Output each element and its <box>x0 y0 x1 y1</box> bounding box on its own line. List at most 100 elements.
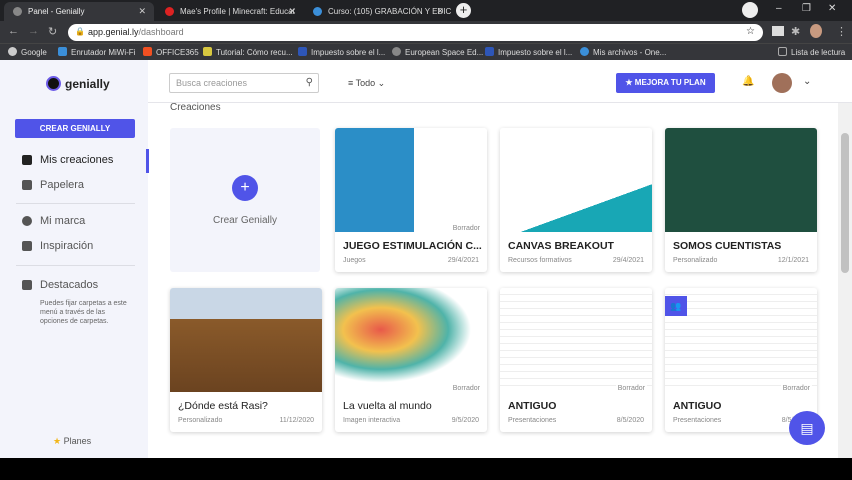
thumbnail <box>170 288 322 392</box>
tab-panel-genially[interactable]: Panel - Genially ✕ <box>4 2 154 21</box>
maximize-button[interactable]: ❐ <box>802 3 811 14</box>
chat-icon: ▤ <box>800 420 814 436</box>
bookmark-router[interactable]: Enrutador MiWi-Fi <box>58 47 135 57</box>
genially-logo[interactable]: genially <box>46 76 110 91</box>
bookmark-google[interactable]: Google <box>8 47 47 57</box>
record-icon[interactable] <box>742 2 758 18</box>
thumbnail <box>500 128 652 232</box>
chevron-down-icon[interactable]: ⌄ <box>803 76 811 87</box>
bookmark-star-icon[interactable]: ☆ <box>746 26 755 37</box>
tab-curso[interactable]: Curso: (105) GRABACIÓN Y EDIC ✕ <box>304 2 452 21</box>
trash-icon <box>22 180 32 190</box>
url-input[interactable]: 🔒 app.genial.ly/dashboard ☆ <box>68 24 763 41</box>
creation-card[interactable]: SOMOS CUENTISTAS Personalizado 12/1/2021 <box>665 128 817 272</box>
thumbnail <box>665 128 817 232</box>
close-tab-icon[interactable]: ✕ <box>436 6 444 17</box>
chat-button[interactable]: ▤ <box>789 411 825 445</box>
scrollbar-thumb[interactable] <box>841 133 849 273</box>
search-input[interactable]: Busca creaciones ⚲ <box>169 73 319 93</box>
card-category: Presentaciones <box>673 417 722 424</box>
sidebar-item-label: Inspiración <box>40 240 94 252</box>
upgrade-plan-button[interactable]: ★ MEJORA TU PLAN <box>616 73 715 93</box>
planes-link[interactable]: ★ Planes <box>53 436 91 447</box>
card-date: 12/1/2021 <box>777 257 809 264</box>
card-category: Juegos <box>343 257 366 264</box>
scrollbar[interactable] <box>838 103 852 458</box>
reading-list[interactable]: Lista de lectura <box>778 47 845 57</box>
card-title: JUEGO ESTIMULACIÓN C... <box>343 240 482 252</box>
extension-icon[interactable] <box>772 26 784 36</box>
close-window-button[interactable]: ✕ <box>828 3 836 14</box>
folder-icon <box>22 280 32 290</box>
thumbnail <box>335 128 487 232</box>
sidebar-item-inspiracion[interactable]: Inspiración <box>22 240 93 252</box>
card-title: ANTIGUO <box>508 400 557 412</box>
divider <box>16 265 135 266</box>
create-genially-card[interactable]: + Crear Genially <box>170 128 320 272</box>
bookmark-onedrive[interactable]: Mis archivos - One... <box>580 47 666 57</box>
tab-label: Panel - Genially <box>28 7 85 16</box>
thumbnail <box>335 288 487 392</box>
sidebar-item-papelera[interactable]: Papelera <box>22 179 84 191</box>
bookmark-office365[interactable]: OFFICE365 <box>143 47 199 57</box>
creation-card[interactable]: Borrador ANTIGUO Presentaciones 8/5/2020 <box>500 288 652 432</box>
card-category: Presentaciones <box>508 417 557 424</box>
browser-tab-strip: Panel - Genially ✕ Mae's Profile | Minecr… <box>0 0 852 21</box>
search-icon[interactable]: ⚲ <box>306 77 313 88</box>
planes-label: Planes <box>63 436 92 446</box>
filter-icon: ≡ <box>348 78 354 88</box>
bookmarks-bar: Google Enrutador MiWi-Fi OFFICE365 Tutor… <box>0 43 852 60</box>
thumbnail: 👥 <box>665 288 817 392</box>
bookmark-impuesto-2[interactable]: Impuesto sobre el l... <box>485 47 572 57</box>
card-date: 8/5/2020 <box>616 417 644 424</box>
creation-card[interactable]: Borrador JUEGO ESTIMULACIÓN C... Juegos 29… <box>335 128 487 272</box>
creation-card[interactable]: CANVAS BREAKOUT Recursos formativos 29/4/2… <box>500 128 652 272</box>
plus-icon: + <box>232 175 258 201</box>
top-header: Busca creaciones ⚲ ≡ Todo ⌄ ★ MEJORA TU P… <box>148 60 852 103</box>
minimize-button[interactable]: – <box>776 3 782 14</box>
card-title: La vuelta al mundo <box>343 400 432 412</box>
card-date: 9/5/2020 <box>451 417 479 424</box>
sidebar-item-mis-creaciones[interactable]: Mis creaciones <box>22 154 113 166</box>
avatar[interactable] <box>772 73 792 93</box>
card-date: 11/12/2020 <box>279 417 314 424</box>
sidebar-item-mi-marca[interactable]: Mi marca <box>22 215 85 227</box>
extensions-puzzle-icon[interactable]: ✱ <box>791 25 800 38</box>
back-icon[interactable]: ← <box>8 25 19 37</box>
card-title: ¿Dónde está Rasi? <box>178 400 268 412</box>
card-category: Imagen interactiva <box>343 417 401 424</box>
destacados-hint: Puedes fijar carpetas a este menú a trav… <box>40 300 127 325</box>
creation-card[interactable]: ¿Dónde está Rasi? Personalizado 11/12/2020 <box>170 288 322 432</box>
logo-text: genially <box>65 76 110 91</box>
creation-card[interactable]: Borrador La vuelta al mundo Imagen intera… <box>335 288 487 432</box>
bookmark-tutorial[interactable]: Tutorial: Cómo recu... <box>203 47 293 57</box>
reload-icon[interactable]: ↻ <box>48 25 57 38</box>
creation-card[interactable]: 👥 Borrador ANTIGUOPresentaciones8/5/2020 <box>665 288 817 432</box>
tab-minecraft[interactable]: Mae's Profile | Minecraft: Educat ✕ <box>156 2 304 21</box>
url-path: /dashboard <box>138 27 184 37</box>
card-category: Personalizado <box>178 417 223 424</box>
menu-icon[interactable]: ⋮ <box>836 25 847 38</box>
url-host: app.genial.ly <box>88 27 139 37</box>
sidebar-item-label: Mi marca <box>40 215 86 227</box>
close-tab-icon[interactable]: ✕ <box>288 6 296 17</box>
sidebar-item-label: Papelera <box>40 179 85 191</box>
create-genially-button[interactable]: CREAR GENIALLY <box>15 119 135 138</box>
profile-avatar[interactable] <box>810 24 822 38</box>
sidebar-item-destacados[interactable]: Destacados <box>22 279 98 291</box>
card-title: SOMOS CUENTISTAS <box>673 240 782 252</box>
filter-dropdown[interactable]: ≡ Todo ⌄ <box>348 78 385 89</box>
tab-label: Mae's Profile | Minecraft: Educat <box>180 7 295 16</box>
bookmark-esa[interactable]: European Space Ed... <box>392 47 483 57</box>
close-tab-icon[interactable]: ✕ <box>138 6 146 17</box>
star-icon: ★ <box>625 78 633 87</box>
bookmark-impuesto-1[interactable]: Impuesto sobre el l... <box>298 47 385 57</box>
genially-logo-icon <box>46 76 61 91</box>
card-category: Personalizado <box>673 257 718 264</box>
tab-label: Curso: (105) GRABACIÓN Y EDIC <box>328 7 452 16</box>
section-title: Creaciones <box>170 102 221 113</box>
new-tab-button[interactable]: + <box>456 3 471 18</box>
forward-icon[interactable]: → <box>28 25 39 37</box>
bell-icon[interactable]: 🔔 <box>742 76 754 87</box>
upgrade-label: MEJORA TU PLAN <box>634 78 706 87</box>
